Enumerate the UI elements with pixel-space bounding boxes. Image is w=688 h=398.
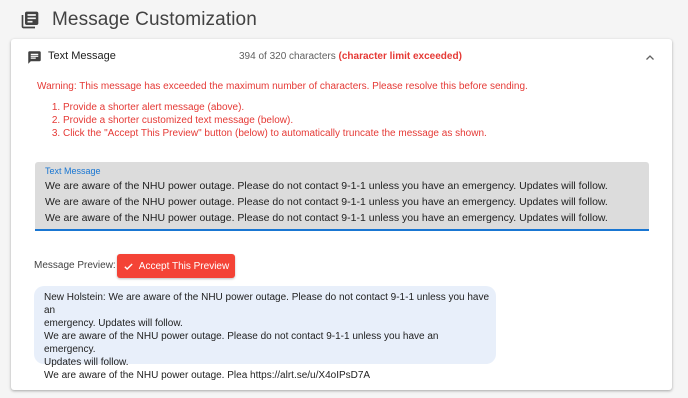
resolution-steps: Provide a shorter alert message (above).… — [37, 101, 487, 140]
warning-text: Warning: This message has exceeded the m… — [37, 81, 528, 92]
message-preview-text: New Holstein: We are aware of the NHU po… — [44, 292, 490, 381]
accept-preview-button-label: Accept This Preview — [138, 260, 230, 272]
message-icon — [27, 50, 42, 65]
text-message-input[interactable]: We are aware of the NHU power outage. Pl… — [45, 178, 645, 226]
library-books-icon — [20, 10, 40, 30]
limit-exceeded-label: (character limit exceeded) — [338, 51, 462, 62]
step-item: Click the "Accept This Preview" button (… — [63, 127, 487, 140]
text-message-panel: Text Message 394 of 320 characters (char… — [11, 39, 672, 390]
message-preview-label: Message Preview: — [34, 260, 116, 271]
chevron-up-icon[interactable] — [644, 51, 656, 63]
character-count-value: 394 of 320 characters — [239, 51, 336, 62]
text-message-field[interactable]: Text Message We are aware of the NHU pow… — [35, 162, 649, 231]
step-item: Provide a shorter alert message (above). — [63, 101, 487, 114]
page-title: Message Customization — [52, 9, 257, 30]
character-count: 394 of 320 characters (character limit e… — [239, 51, 462, 62]
accept-preview-button[interactable]: Accept This Preview — [117, 254, 235, 278]
check-icon — [123, 261, 134, 272]
page-header: Message Customization — [20, 7, 257, 33]
message-preview-box: New Holstein: We are aware of the NHU po… — [34, 286, 496, 381]
panel-title: Text Message — [48, 50, 116, 62]
text-message-field-label: Text Message — [45, 166, 101, 176]
step-item: Provide a shorter customized text messag… — [63, 114, 487, 127]
panel-header[interactable]: Text Message 394 of 320 characters (char… — [11, 39, 672, 75]
